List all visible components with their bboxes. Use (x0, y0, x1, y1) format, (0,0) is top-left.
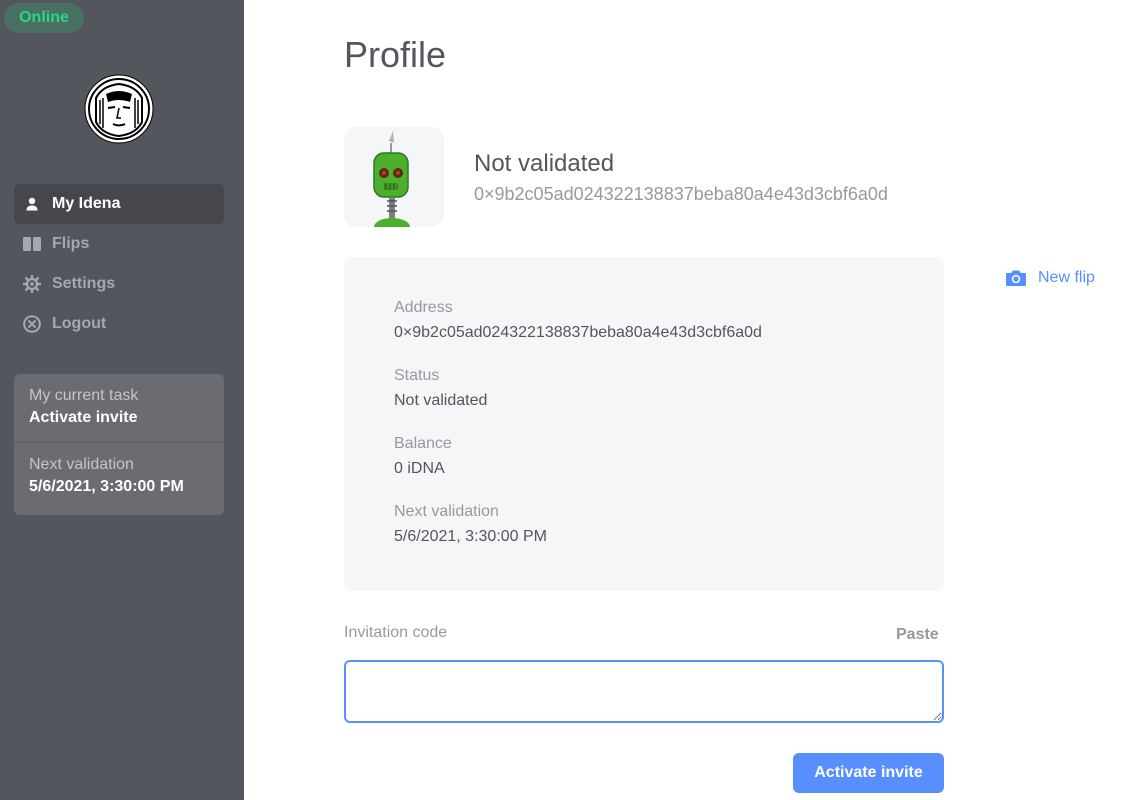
sidebar-item-label: Flips (52, 235, 90, 252)
next-validation-value: 5/6/2021, 3:30:00 PM (29, 478, 184, 495)
new-flip-button[interactable]: New flip (1004, 266, 1095, 290)
detail-label: Address (394, 299, 453, 316)
gear-icon (22, 274, 42, 294)
detail-value: Not validated (394, 392, 488, 409)
robot-avatar-icon (373, 131, 410, 227)
new-flip-label: New flip (1038, 269, 1095, 286)
idena-logo-icon (84, 74, 154, 144)
camera-icon (1004, 266, 1028, 290)
flips-icon (22, 234, 42, 254)
sidebar-item-label: Logout (52, 315, 107, 332)
profile-state: Not validated (474, 150, 615, 177)
close-circle-icon (22, 314, 42, 334)
detail-row-address: Address 0×9b2c05ad024322138837beba80a4e4… (394, 297, 894, 347)
current-task-section: My current task Activate invite (14, 374, 224, 442)
sidebar-item-label: Settings (52, 275, 116, 292)
next-validation-label: Next validation (29, 456, 134, 473)
detail-row-balance: Balance 0 iDNA (394, 433, 894, 483)
avatar (344, 127, 444, 227)
detail-row-status: Status Not validated (394, 365, 894, 415)
detail-label: Next validation (394, 503, 499, 520)
user-icon (22, 194, 42, 214)
sidebar: Online My Idena Flips Settings Logout My… (0, 0, 244, 800)
current-task-value: Activate invite (29, 409, 138, 426)
detail-label: Status (394, 367, 440, 384)
sidebar-item-label: My Idena (52, 195, 121, 212)
current-task-label: My current task (29, 387, 139, 404)
current-task-card: My current task Activate invite Next val… (14, 374, 224, 515)
invitation-code-input[interactable] (344, 660, 944, 723)
profile-address: 0×9b2c05ad024322138837beba80a4e43d3cbf6a… (474, 184, 888, 204)
detail-value: 0 iDNA (394, 460, 445, 477)
next-validation-section: Next validation 5/6/2021, 3:30:00 PM (14, 443, 224, 511)
activate-invite-button[interactable]: Activate invite (793, 753, 944, 793)
sidebar-item-my-idena[interactable]: My Idena (14, 184, 224, 224)
page-title: Profile (344, 34, 447, 75)
invitation-code-label: Invitation code (344, 624, 448, 641)
sidebar-nav: My Idena Flips Settings Logout (14, 184, 224, 344)
detail-row-next-validation: Next validation 5/6/2021, 3:30:00 PM (394, 501, 894, 551)
online-status-badge: Online (4, 3, 84, 33)
sidebar-item-logout[interactable]: Logout (14, 304, 224, 344)
paste-button[interactable]: Paste (896, 626, 939, 644)
sidebar-item-flips[interactable]: Flips (14, 224, 224, 264)
sidebar-item-settings[interactable]: Settings (14, 264, 224, 304)
detail-value: 0×9b2c05ad024322138837beba80a4e43d3cbf6a… (394, 324, 762, 341)
detail-label: Balance (394, 435, 452, 452)
detail-value: 5/6/2021, 3:30:00 PM (394, 528, 547, 545)
profile-details-card: Address 0×9b2c05ad024322138837beba80a4e4… (344, 257, 944, 591)
